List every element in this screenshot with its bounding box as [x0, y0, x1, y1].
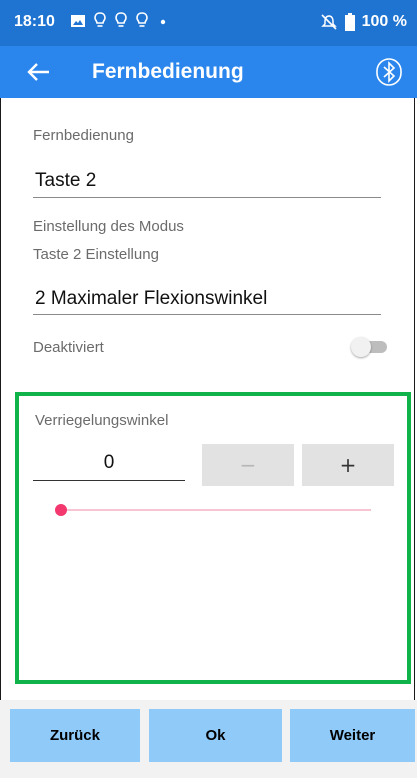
slider-track — [61, 509, 371, 511]
lock-angle-slider[interactable] — [55, 500, 375, 520]
button-setting-label: Taste 2 Einstellung — [33, 246, 159, 263]
status-icons-left — [70, 11, 170, 31]
decrement-button[interactable]: − — [202, 444, 294, 486]
mute-icon — [320, 14, 337, 30]
app-toolbar: Fernbedienung — [0, 46, 417, 98]
remote-field[interactable]: Taste 2 — [35, 170, 96, 192]
dot-icon — [160, 19, 166, 25]
page-title: Fernbedienung — [92, 60, 244, 83]
bluetooth-icon[interactable] — [375, 57, 403, 87]
ok-button[interactable]: Ok — [149, 709, 282, 762]
arrow-left-icon[interactable] — [24, 57, 54, 87]
image-icon — [71, 15, 85, 27]
status-bar: 18:10 100 % — [0, 0, 417, 46]
lock-angle-underline — [33, 480, 185, 481]
mode-field-underline — [33, 314, 381, 315]
toggle-thumb — [351, 337, 371, 357]
battery-percent: 100 % — [361, 13, 407, 30]
remote-label: Fernbedienung — [33, 127, 134, 144]
back-button[interactable]: Zurück — [10, 709, 140, 762]
slider-thumb[interactable] — [55, 504, 67, 516]
lock-angle-label: Verriegelungswinkel — [35, 412, 169, 429]
next-button[interactable]: Weiter — [290, 709, 415, 762]
increment-button[interactable]: + — [302, 444, 394, 486]
lock-angle-panel — [15, 392, 411, 684]
battery-icon — [344, 13, 355, 31]
notification-icon — [115, 12, 127, 27]
toggle-label: Deaktiviert — [33, 339, 104, 356]
notification-icon — [136, 12, 148, 27]
status-icons-right: 100 % — [320, 13, 407, 31]
lock-angle-input[interactable]: 0 — [33, 452, 185, 474]
mode-label: Einstellung des Modus — [33, 218, 184, 235]
remote-field-underline — [33, 197, 381, 198]
mode-field[interactable]: 2 Maximaler Flexionswinkel — [35, 288, 267, 310]
notification-icon — [94, 12, 106, 27]
status-time: 18:10 — [14, 13, 55, 30]
deactivated-toggle[interactable] — [351, 337, 389, 357]
